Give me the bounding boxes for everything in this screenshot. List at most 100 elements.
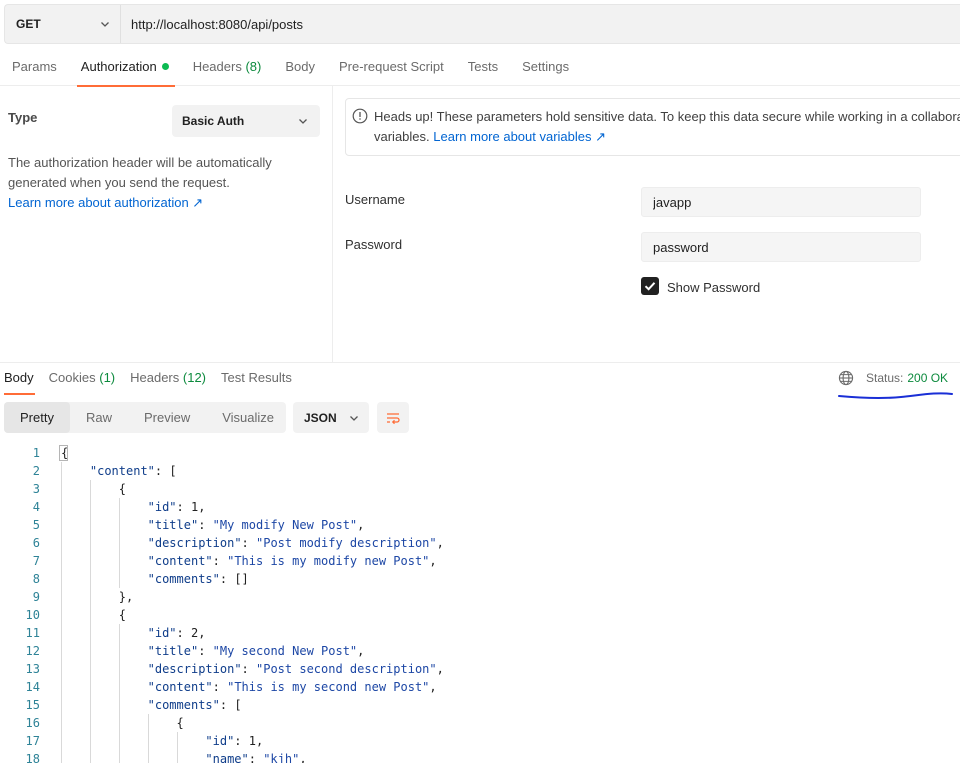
- indent-guide: [118, 750, 120, 763]
- globe-icon[interactable]: [838, 370, 854, 386]
- code-text: "content": [: [90, 462, 177, 480]
- tab-label: Tests: [467, 59, 499, 74]
- code-text: {: [119, 606, 126, 624]
- line-number: 2: [32, 464, 40, 478]
- method-select[interactable]: GET: [5, 5, 121, 43]
- url-text: http://localhost:8080/api/posts: [131, 16, 304, 32]
- code-token: "Post second description": [256, 662, 437, 676]
- code-token: :: [248, 752, 264, 763]
- auth-type-value: Basic Auth: [182, 114, 245, 128]
- learn-more-authorization-link[interactable]: Learn more about authorization ↗: [8, 195, 203, 210]
- username-input[interactable]: [641, 187, 921, 217]
- code-text: {: [177, 714, 184, 732]
- notice-line-2-prefix: variables.: [374, 129, 434, 144]
- code-token: :: [198, 644, 213, 658]
- hand-drawn-underline: [838, 392, 953, 400]
- line-number: 7: [32, 554, 40, 568]
- tab-authorization[interactable]: Authorization: [69, 48, 181, 87]
- tab-headers[interactable]: Headers (8): [181, 48, 274, 86]
- code-token: ,: [357, 518, 365, 532]
- info-icon: [352, 108, 368, 124]
- indent-guide: [61, 588, 62, 606]
- line-number: 17: [25, 734, 40, 748]
- tab-label: Cookies: [48, 370, 96, 385]
- show-password-checkbox[interactable]: [641, 277, 659, 295]
- tab-params[interactable]: Params: [0, 48, 69, 86]
- indent-guide: [89, 714, 91, 732]
- auth-type-panel: Type Basic Auth The authorization header…: [0, 86, 333, 362]
- line-number: 11: [25, 626, 40, 640]
- learn-more-variables-link[interactable]: Learn more about variables ↗: [433, 129, 606, 144]
- response-tab-headers[interactable]: Headers (12): [126, 363, 214, 393]
- password-input[interactable]: [641, 232, 921, 262]
- tab-label: Headers: [130, 370, 180, 385]
- auth-type-select[interactable]: Basic Auth: [172, 105, 320, 137]
- username-label: Username: [345, 192, 405, 207]
- indent-guide: [89, 606, 91, 624]
- code-token: "This is my second new Post": [227, 680, 430, 694]
- code-token: "description": [147, 536, 242, 550]
- line-number: 8: [32, 572, 40, 586]
- response-tab-body[interactable]: Body: [0, 363, 42, 395]
- tab-tests[interactable]: Tests: [456, 48, 510, 86]
- indent-guide: [89, 732, 91, 750]
- line-number: 3: [32, 482, 40, 496]
- format-tabs: Pretty Raw Preview Visualize: [4, 402, 286, 433]
- code-line: 14 "content": "This is my second new Post…: [0, 678, 960, 696]
- url-input[interactable]: http://localhost:8080/api/posts: [121, 5, 960, 43]
- indent-guide: [61, 498, 62, 516]
- status-label: Status:: [866, 371, 904, 385]
- tab-settings[interactable]: Settings: [510, 48, 581, 86]
- code-token: "My second New Post": [212, 644, 358, 658]
- code-token: {: [118, 482, 126, 496]
- code-token: "title": [147, 644, 199, 658]
- indent-guide: [89, 552, 91, 570]
- code-token: :: [176, 500, 191, 514]
- indent-guide: [118, 498, 120, 516]
- indent-guide: [89, 570, 91, 588]
- tab-label: Authorization: [80, 59, 157, 74]
- wrap-lines-button[interactable]: [377, 402, 409, 433]
- tab-label: Test Results: [221, 370, 292, 385]
- code-text: {: [119, 480, 126, 498]
- format-visualize[interactable]: Visualize: [206, 402, 290, 433]
- code-text: "comments": []: [148, 570, 249, 588]
- indent-guide: [61, 750, 62, 763]
- code-text: "name": "kjh",: [205, 750, 306, 763]
- code-token: :: [176, 626, 191, 640]
- response-body-code[interactable]: 1{2 "content": [3{4 "id": 1, 5 "title": "My …: [0, 444, 960, 763]
- format-raw[interactable]: Raw: [70, 402, 128, 433]
- tab-body[interactable]: Body: [273, 48, 327, 86]
- response-tabs: Body Cookies (1) Headers (12) Test Results: [0, 363, 303, 395]
- code-token: "id": [147, 500, 177, 514]
- code-token: },: [118, 590, 134, 604]
- indent-guide: [61, 678, 62, 696]
- code-text: "id": 2,: [148, 624, 206, 642]
- format-preview[interactable]: Preview: [128, 402, 206, 433]
- code-token: "id": [147, 626, 177, 640]
- line-number: 5: [32, 518, 40, 532]
- chevron-down-icon: [299, 119, 307, 124]
- code-text: "description": "Post second description"…: [148, 660, 444, 678]
- type-label: Type: [8, 110, 38, 125]
- language-select[interactable]: JSON: [293, 402, 369, 433]
- indent-guide: [89, 534, 91, 552]
- response-tab-cookies[interactable]: Cookies (1): [45, 363, 123, 393]
- code-token: "name": [205, 752, 249, 763]
- code-line: 13 "description": "Post second descriptio…: [0, 660, 960, 678]
- code-text: "title": "My modify New Post",: [148, 516, 365, 534]
- response-tab-test-results[interactable]: Test Results: [217, 363, 300, 393]
- indent-guide: [147, 714, 149, 732]
- code-text: "content": "This is my modify new Post",: [148, 552, 437, 570]
- language-value: JSON: [304, 410, 337, 425]
- indent-guide: [61, 480, 62, 498]
- code-token: : [: [154, 464, 177, 478]
- indent-guide: [118, 552, 120, 570]
- line-number: 14: [25, 680, 40, 694]
- code-token: ,: [436, 662, 444, 676]
- tab-pre-request-script[interactable]: Pre-request Script: [327, 48, 456, 86]
- response-status: Status: 200 OK: [838, 370, 948, 386]
- code-token: : [: [219, 698, 242, 712]
- code-token: "id": [205, 734, 235, 748]
- format-pretty[interactable]: Pretty: [4, 402, 70, 433]
